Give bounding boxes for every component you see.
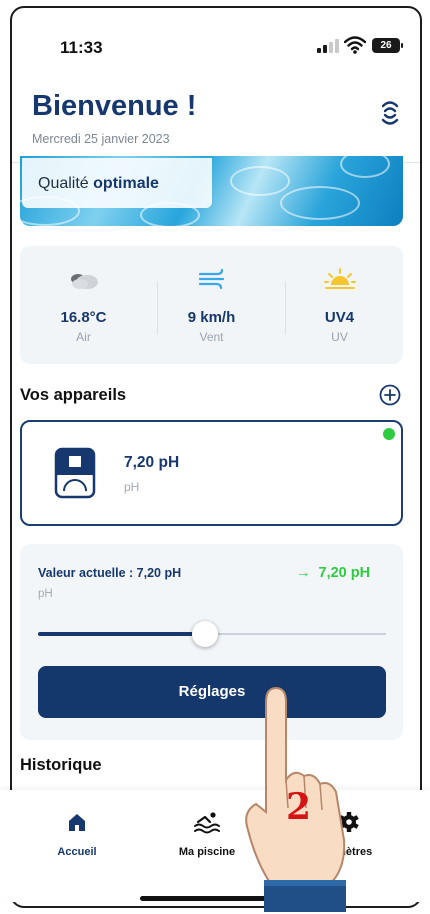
add-circle-icon[interactable] (379, 384, 401, 406)
target-value-text: 7,20 pH (318, 565, 371, 581)
slider-thumb[interactable] (192, 621, 219, 647)
arrow-right-icon: → (296, 565, 311, 581)
uv-label: UV (331, 330, 348, 344)
quality-badge: Qualité optimale (22, 158, 212, 208)
wifi-icon (344, 36, 366, 54)
uv-index: UV4 (324, 309, 355, 326)
slider-fill (38, 632, 206, 636)
online-status-dot (383, 428, 395, 440)
battery-icon: 26 (372, 38, 403, 53)
weather-wind: 9 km/h Vent (148, 246, 275, 364)
current-value-label: Valeur actuelle : 7,20 pH (38, 566, 182, 580)
status-time: 11:33 (60, 38, 103, 57)
wind-label: Vent (199, 330, 224, 344)
bottom-tab-bar: Accueil Ma piscine ramètres (0, 790, 430, 902)
status-bar: 11:33 26 (12, 8, 420, 78)
current-date: Mercredi 25 janvier 2023 (32, 132, 170, 146)
signal-icon (317, 39, 339, 53)
ph-sensor-icon (54, 447, 96, 499)
weather-air: 16.8°C Air (20, 246, 147, 364)
wind-icon (198, 268, 224, 290)
target-value: → 7,20 pH (296, 565, 370, 581)
page-title: Bienvenue ! (32, 90, 197, 122)
weather-card: 16.8°C Air 9 km/h Vent UV4 UV (20, 246, 403, 364)
air-label: Air (76, 330, 91, 344)
step-number: 2 (286, 786, 312, 828)
wind-speed: 9 km/h (187, 309, 236, 326)
device-unit: pH (124, 480, 140, 494)
tab-accueil[interactable]: Accueil (22, 810, 132, 858)
device-card-ph[interactable]: 7,20 pH pH (20, 420, 403, 526)
cloud-icon (70, 274, 98, 289)
home-icon (69, 814, 85, 831)
weather-uv: UV4 UV (276, 246, 403, 364)
current-value-unit: pH (38, 588, 53, 600)
device-value: 7,20 pH (124, 454, 180, 471)
devices-title: Vos appareils (20, 386, 127, 404)
history-title: Historique (20, 756, 102, 774)
notification-waves-icon[interactable] (378, 97, 402, 127)
ph-slider[interactable] (38, 621, 386, 647)
pool-icon (194, 812, 220, 834)
sun-icon (323, 268, 356, 289)
quality-value: optimale (93, 175, 159, 192)
quality-prefix: Qualité (38, 175, 89, 192)
air-temperature: 16.8°C (60, 309, 107, 326)
tab-label: Accueil (57, 846, 97, 858)
